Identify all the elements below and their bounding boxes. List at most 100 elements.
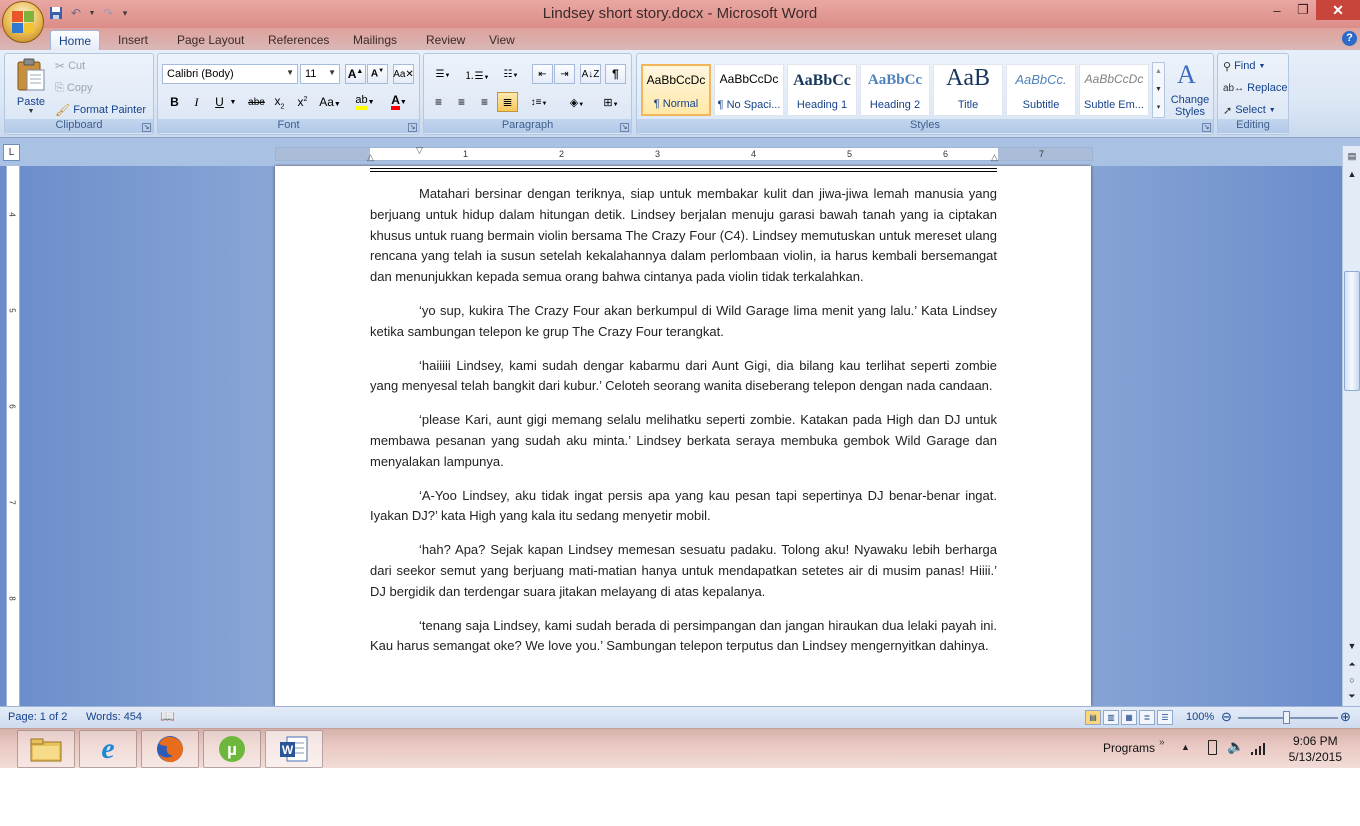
zoom-out-icon[interactable]: ⊖ <box>1221 709 1232 725</box>
align-center-button[interactable]: ≡ <box>451 92 472 112</box>
scroll-thumb[interactable] <box>1344 271 1360 391</box>
paragraph-launcher-icon[interactable]: ↘ <box>620 123 629 132</box>
zoom-slider-thumb[interactable] <box>1283 711 1290 724</box>
tab-home[interactable]: Home <box>50 30 101 50</box>
show-formatting-button[interactable]: ¶ <box>605 64 626 84</box>
proofing-icon[interactable]: 📖 <box>160 709 175 723</box>
paragraph[interactable]: ‘tenang saja Lindsey, kami sudah berada … <box>370 616 997 658</box>
zoom-level[interactable]: 100% <box>1186 711 1214 723</box>
shrink-font-button[interactable]: A▼ <box>367 64 388 84</box>
first-line-indent-icon[interactable]: ▽ <box>416 145 423 156</box>
justify-button[interactable]: ≣ <box>497 92 518 112</box>
horizontal-ruler[interactable]: 1 2 3 4 5 6 7 ▽ △ △ <box>275 145 1093 163</box>
scroll-down-arrow-icon[interactable]: ▼ <box>1344 638 1360 654</box>
shading-button[interactable]: ◈▼ <box>562 92 592 112</box>
previous-page-icon[interactable]: ⏶ <box>1344 656 1360 672</box>
multilevel-list-button[interactable]: ☷▼ <box>496 64 526 84</box>
highlight-button[interactable]: ab ▼ <box>350 92 380 112</box>
paragraph[interactable]: ‘please Kari, aunt gigi memang selalu me… <box>370 410 997 472</box>
folder-icon[interactable] <box>17 730 75 768</box>
copy-button[interactable]: ⎘ Copy <box>55 79 93 97</box>
sort-button[interactable]: A↓Z <box>580 64 601 84</box>
bold-button[interactable]: B <box>164 92 185 112</box>
programs-toolbar-label[interactable]: Programs <box>1103 741 1155 755</box>
styles-launcher-icon[interactable]: ↘ <box>1202 123 1211 132</box>
scroll-up-arrow-icon[interactable]: ▲ <box>1344 166 1360 182</box>
speaker-icon[interactable]: 🔈 <box>1227 738 1244 755</box>
increase-indent-button[interactable]: ⇥ <box>554 64 575 84</box>
toolbar-expand-icon[interactable]: » <box>1159 737 1165 748</box>
word-count[interactable]: Words: 454 <box>86 711 142 723</box>
bullets-button[interactable]: ☰▼ <box>428 64 458 84</box>
hanging-indent-icon[interactable]: △ <box>367 152 374 163</box>
next-page-icon[interactable]: ⏷ <box>1344 688 1360 704</box>
style-subtle-emphasis[interactable]: AaBbCcDc Subtle Em... <box>1079 64 1149 116</box>
paragraph[interactable]: ‘hah? Apa? Sejak kapan Lindsey memesan s… <box>370 540 997 602</box>
underline-button[interactable]: U <box>209 92 230 112</box>
document-body[interactable]: Matahari bersinar dengan teriknya, siap … <box>370 184 997 670</box>
style-no-spacing[interactable]: AaBbCcDc ¶ No Spaci... <box>714 64 784 116</box>
decrease-indent-button[interactable]: ⇤ <box>532 64 553 84</box>
change-case-button[interactable]: Aa▼ <box>316 92 344 112</box>
network-signal-icon[interactable] <box>1251 740 1268 755</box>
tab-page-layout[interactable]: Page Layout <box>169 30 252 50</box>
grow-font-button[interactable]: A▲ <box>345 64 366 84</box>
change-styles-button[interactable]: A Change Styles <box>1169 58 1211 120</box>
tab-references[interactable]: References <box>260 30 337 50</box>
font-launcher-icon[interactable]: ↘ <box>408 123 417 132</box>
paragraph[interactable]: ‘haiiiii Lindsey, kami sudah dengar kaba… <box>370 356 997 398</box>
tab-insert[interactable]: Insert <box>110 30 156 50</box>
page-count[interactable]: Page: 1 of 2 <box>8 711 67 723</box>
style-subtitle[interactable]: AaBbCc. Subtitle <box>1006 64 1076 116</box>
draft-view-icon[interactable]: ☰ <box>1157 710 1173 725</box>
full-screen-reading-view-icon[interactable]: ▥ <box>1103 710 1119 725</box>
paste-button[interactable]: Paste ▼ <box>11 58 51 120</box>
subscript-button[interactable]: x2 <box>269 92 290 112</box>
replace-button[interactable]: ab↔ Replace <box>1223 79 1287 97</box>
utorrent-icon[interactable]: µ <box>203 730 261 768</box>
outline-view-icon[interactable]: ≣ <box>1139 710 1155 725</box>
format-painter-button[interactable]: 🖌 Format Painter <box>55 101 146 119</box>
strikethrough-button[interactable]: abe <box>246 92 267 112</box>
help-icon[interactable]: ? <box>1342 31 1357 46</box>
paragraph[interactable]: ‘yo sup, kukira The Crazy Four akan berk… <box>370 301 997 343</box>
select-browse-object-icon[interactable]: ○ <box>1344 672 1360 688</box>
clipboard-launcher-icon[interactable]: ↘ <box>142 123 151 132</box>
system-clock[interactable]: 9:06 PM 5/13/2015 <box>1289 733 1342 765</box>
show-hidden-icons-icon[interactable]: ▲ <box>1181 742 1190 752</box>
paragraph[interactable]: Matahari bersinar dengan teriknya, siap … <box>370 184 997 288</box>
font-color-button[interactable]: A ▼ <box>384 92 414 112</box>
internet-explorer-icon[interactable]: e <box>79 730 137 768</box>
close-button[interactable]: ✕ <box>1316 0 1360 20</box>
word-icon[interactable]: W <box>265 730 323 768</box>
tab-mailings[interactable]: Mailings <box>345 30 405 50</box>
font-size-combo[interactable]: 11 ▼ <box>300 64 340 84</box>
scroll-down-icon[interactable]: ▼ <box>1153 81 1164 99</box>
web-layout-view-icon[interactable]: ▦ <box>1121 710 1137 725</box>
italic-button[interactable]: I <box>186 92 207 112</box>
tab-review[interactable]: Review <box>418 30 473 50</box>
line-spacing-button[interactable]: ↕≡▼ <box>524 92 554 112</box>
numbering-button[interactable]: ⒈☰▼ <box>462 64 492 84</box>
superscript-button[interactable]: x2 <box>292 92 313 112</box>
firefox-icon[interactable] <box>141 730 199 768</box>
find-button[interactable]: ⚲ Find ▼ <box>1223 57 1265 75</box>
select-button[interactable]: ➚ Select ▼ <box>1223 101 1276 119</box>
vertical-ruler[interactable]: 4 5 6 7 8 <box>6 166 20 706</box>
restore-button[interactable]: ❐ <box>1290 0 1316 20</box>
office-button[interactable] <box>2 1 44 43</box>
clear-formatting-button[interactable]: Aa✕ <box>393 64 414 84</box>
style-title[interactable]: AaB Title <box>933 64 1003 116</box>
zoom-in-icon[interactable]: ⊕ <box>1340 709 1351 725</box>
cut-button[interactable]: ✂ Cut <box>55 57 85 75</box>
tab-selector-icon[interactable]: L <box>3 144 20 161</box>
minimize-button[interactable]: – <box>1264 0 1290 20</box>
scroll-up-icon[interactable]: ▲ <box>1153 63 1164 81</box>
print-layout-view-icon[interactable]: ▤ <box>1085 710 1101 725</box>
font-name-combo[interactable]: Calibri (Body) ▼ <box>162 64 298 84</box>
borders-button[interactable]: ⊞▼ <box>596 92 626 112</box>
style-heading-2[interactable]: AaBbCc Heading 2 <box>860 64 930 116</box>
right-indent-icon[interactable]: △ <box>991 152 998 163</box>
align-right-button[interactable]: ≡ <box>474 92 495 112</box>
document-page[interactable]: Matahari bersinar dengan teriknya, siap … <box>275 166 1091 706</box>
